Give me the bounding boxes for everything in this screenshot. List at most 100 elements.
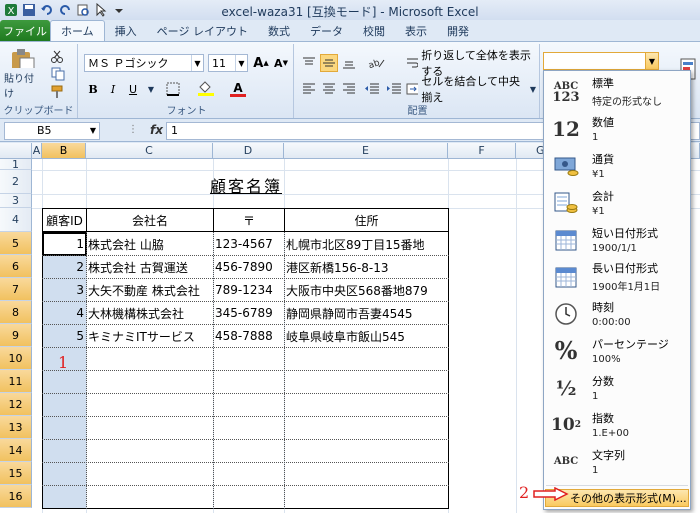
header-cell-company[interactable]: 会社名 [87,209,213,231]
table-cell-id[interactable]: 4 [44,302,84,324]
decrease-indent-icon[interactable] [362,80,382,98]
fill-color-icon[interactable] [194,80,218,98]
table-cell-address[interactable]: 静岡県静岡市吾妻4545 [286,302,448,324]
resize-handle-icon[interactable]: ⋮ [128,124,138,135]
sheet-title[interactable]: 顧客名簿 [186,173,306,197]
row-header[interactable]: 16 [0,485,32,508]
format-percentage[interactable]: % パーセンテージ 100% [544,332,690,369]
table-cell-address[interactable]: 港区新橋156-8-13 [286,256,448,278]
table-cell-id[interactable]: 2 [44,256,84,278]
row-header[interactable]: 13 [0,416,32,439]
row-header[interactable]: 6 [0,255,32,278]
tab-data[interactable]: データ [300,21,353,41]
format-short-date[interactable]: 短い日付形式 1900/1/1 [544,221,690,258]
table-cell-id[interactable]: 3 [44,279,84,301]
row-header[interactable]: 7 [0,278,32,301]
underline-icon[interactable]: U [124,80,142,98]
font-name-combo[interactable]: ＭＳ Ｐゴシック ▼ [84,54,204,72]
format-accounting[interactable]: 会計 ¥1 [544,184,690,221]
table-cell-zip[interactable]: 456-7890 [215,256,284,278]
chevron-down-icon[interactable]: ▼ [90,123,96,139]
tab-view[interactable]: 表示 [395,21,437,41]
format-time[interactable]: 時刻 0:00:00 [544,295,690,332]
row-header[interactable]: 5 [0,232,32,255]
column-header-f[interactable]: F [448,143,516,159]
tab-home[interactable]: ホーム [50,20,105,41]
bold-icon[interactable]: B [84,80,102,98]
italic-icon[interactable]: I [104,80,122,98]
format-long-date[interactable]: 長い日付形式 1900年1月1日 [544,258,690,295]
row-header[interactable]: 15 [0,462,32,485]
chevron-down-icon[interactable]: ▼ [146,80,156,98]
row-header[interactable]: 10 [0,347,32,370]
format-general[interactable]: ABC 123 標準 特定の形式なし [544,73,690,110]
table-cell-address[interactable]: 岐阜県岐阜市飯山545 [286,325,448,347]
save-icon[interactable] [22,3,36,17]
header-cell-address[interactable]: 住所 [285,209,448,231]
paste-button[interactable]: 貼り付け [4,48,40,100]
merge-center-button[interactable]: セルを結合して中央揃え ▼ [406,75,536,104]
insert-function-icon[interactable]: fx [150,123,163,137]
name-box[interactable]: B5 ▼ [4,122,100,140]
redo-icon[interactable] [58,3,72,17]
table-cell-id[interactable]: 5 [44,325,84,347]
column-header-b[interactable]: B [42,143,86,159]
print-preview-icon[interactable] [76,3,90,17]
table-cell-address[interactable]: 大阪市中央区568番地879 [286,279,448,301]
chevron-down-icon[interactable]: ▼ [235,55,247,71]
format-text[interactable]: ABC 文字列 1 [544,443,690,480]
table-cell-company[interactable]: 株式会社 古賀運送 [88,256,213,278]
format-currency[interactable]: 通貨 ¥1 [544,147,690,184]
format-fraction[interactable]: ½ 分数 1 [544,369,690,406]
align-bottom-icon[interactable] [340,54,358,72]
align-right-icon[interactable] [340,80,358,98]
orientation-icon[interactable]: ab [364,54,388,72]
table-cell-company[interactable]: 大矢不動産 株式会社 [88,279,213,301]
cut-button[interactable] [46,48,68,64]
tab-review[interactable]: 校閲 [353,21,395,41]
table-cell-zip[interactable]: 123-4567 [215,233,284,255]
table-cell-id[interactable]: 1 [44,233,84,255]
align-left-icon[interactable] [300,80,318,98]
table-cell-company[interactable]: 大林機構株式会社 [88,302,213,324]
increase-indent-icon[interactable] [384,80,404,98]
wrap-text-button[interactable]: 折り返して全体を表示する [406,49,536,78]
row-header[interactable]: 3 [0,194,32,208]
pointer-icon[interactable] [94,2,108,17]
font-color-icon[interactable]: A [226,80,250,98]
table-cell-company[interactable]: 株式会社 山脇 [88,233,213,255]
table-cell-company[interactable]: キミナミITサービス [88,325,213,347]
table-cell-zip[interactable]: 458-7888 [215,325,284,347]
row-header[interactable]: 4 [0,208,32,232]
tab-insert[interactable]: 挿入 [105,21,147,41]
format-number[interactable]: 12 数値 1 [544,110,690,147]
table-cell-address[interactable]: 札幌市北区89丁目15番地 [286,233,448,255]
tab-developer[interactable]: 開発 [437,21,479,41]
row-header[interactable]: 8 [0,301,32,324]
header-cell-id[interactable]: 顧客ID [43,209,86,231]
row-header[interactable]: 11 [0,370,32,393]
row-header[interactable]: 1 [0,158,32,171]
chevron-down-icon[interactable]: ▼ [191,55,203,71]
customize-qat-icon[interactable] [112,3,126,17]
number-format-combo[interactable]: ▼ [543,52,659,70]
column-header-e[interactable]: E [284,143,448,159]
tab-formulas[interactable]: 数式 [258,21,300,41]
column-header-d[interactable]: D [213,143,284,159]
format-scientific[interactable]: 10 2 指数 1.E+00 [544,406,690,443]
row-header[interactable]: 12 [0,393,32,416]
format-painter-button[interactable] [46,84,68,100]
table-cell-zip[interactable]: 789-1234 [215,279,284,301]
row-header[interactable]: 2 [0,170,32,194]
undo-icon[interactable] [40,3,54,17]
chevron-down-icon[interactable]: ▼ [530,85,536,94]
shrink-font-icon[interactable]: A ▼ [272,54,290,72]
tab-page-layout[interactable]: ページ レイアウト [147,21,258,41]
column-header-a[interactable]: A [32,143,42,159]
tab-file[interactable]: ファイル [0,20,50,41]
table-cell-zip[interactable]: 345-6789 [215,302,284,324]
borders-icon[interactable] [162,80,184,98]
row-header[interactable]: 9 [0,324,32,347]
align-middle-icon[interactable] [320,54,338,72]
header-cell-zip[interactable]: 〒 [214,209,284,231]
